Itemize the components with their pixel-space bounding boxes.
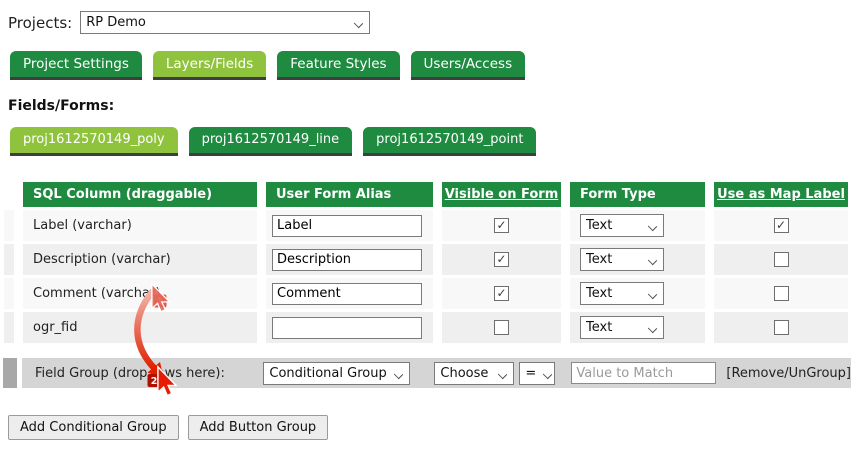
header-form-type: Form Type [570,182,705,207]
form-type-select[interactable]: Text [580,282,664,305]
fields-forms-heading: Fields/Forms: [8,98,115,114]
value-to-match-input[interactable] [571,362,717,384]
choose-field-select-wrap: Choose Field [410,361,515,385]
visible-cell [442,244,561,275]
visible-on-form-link[interactable]: Visible on Form [445,187,559,202]
visible-cell [442,210,561,241]
tab-users-access[interactable]: Users/Access [410,51,526,80]
map-label-checkbox[interactable] [773,320,789,335]
map-label-cell [714,244,848,275]
form-type-select[interactable]: Text [580,248,664,271]
visible-checkbox[interactable] [494,218,509,233]
use-as-map-label-link[interactable]: Use as Map Label [717,187,845,202]
field-group-row: Field Group (drop rows here): Conditiona… [3,358,859,388]
form-type-select[interactable]: Text [580,316,664,339]
tab-project-settings[interactable]: Project Settings [10,51,142,80]
map-label-checkbox[interactable] [773,286,789,301]
header-handle-spacer [4,182,14,207]
group-type-select-wrap: Conditional Group [263,361,411,385]
alias-cell [266,278,433,309]
form-type-cell: Text [570,244,705,275]
sql-column-name[interactable]: ogr_fid [23,312,257,343]
map-label-cell [714,278,848,309]
operator-select[interactable]: = [519,361,556,385]
sql-column-name[interactable]: Label (varchar) [23,210,257,241]
map-label-cell [714,312,848,343]
header-use-as-map-label: Use as Map Label [714,182,848,207]
visible-checkbox[interactable] [494,320,509,335]
form-type-cell: Text [570,210,705,241]
row-drag-handle[interactable] [4,312,14,343]
header-user-form-alias: User Form Alias [266,182,433,207]
header-sql-column: SQL Column (draggable) [23,182,257,207]
form-type-cell: Text [570,278,705,309]
form-type-select-wrap: Text [570,248,664,271]
sql-column-name[interactable]: Description (varchar) [23,244,257,275]
layer-tab-poly[interactable]: proj1612570149_poly [10,127,178,156]
alias-input[interactable] [272,282,422,305]
layer-tab-point[interactable]: proj1612570149_point [363,127,537,156]
group-type-select[interactable]: Conditional Group [263,361,411,385]
map-label-checkbox[interactable] [773,218,789,233]
form-type-select-wrap: Text [570,214,664,237]
add-button-group-button[interactable]: Add Button Group [187,415,329,440]
alias-input[interactable] [272,214,422,237]
visible-cell [442,278,561,309]
form-type-select-wrap: Text [570,282,664,305]
form-type-select-wrap: Text [570,316,664,339]
projects-select[interactable]: RP Demo [80,11,371,34]
projects-label: Projects: [8,13,73,32]
operator-select-wrap: = [514,361,556,385]
tab-layers-fields[interactable]: Layers/Fields [152,51,267,80]
visible-checkbox[interactable] [494,252,509,267]
row-drag-handle[interactable] [4,210,14,241]
main-tabstrip: Project Settings Layers/Fields Feature S… [10,51,859,80]
field-group-content: Field Group (drop rows here): Conditiona… [22,358,851,388]
row-drag-handle[interactable] [4,244,14,275]
field-group-drag-handle[interactable] [3,358,17,388]
sql-column-name[interactable]: Comment (varchar) [23,278,257,309]
add-conditional-group-button[interactable]: Add Conditional Group [8,415,179,440]
projects-select-wrap: RP Demo [80,11,371,34]
map-label-checkbox[interactable] [773,252,789,267]
projects-row: Projects: RP Demo [0,0,859,34]
alias-input[interactable] [272,316,422,339]
bottom-button-row: Add Conditional Group Add Button Group [8,415,859,440]
alias-cell [266,210,433,241]
layer-tabstrip: proj1612570149_poly proj1612570149_line … [10,127,859,156]
field-group-label: Field Group (drop rows here): [35,365,225,381]
header-visible-on-form: Visible on Form [442,182,561,207]
row-drag-handle[interactable] [4,278,14,309]
form-type-select[interactable]: Text [580,214,664,237]
alias-input[interactable] [272,248,422,271]
page: Projects: RP Demo Project Settings Layer… [0,0,859,453]
map-label-cell [714,210,848,241]
choose-field-select[interactable]: Choose Field [434,361,515,385]
alias-cell [266,244,433,275]
alias-cell [266,312,433,343]
layer-tab-line[interactable]: proj1612570149_line [188,127,353,156]
fields-table: SQL Column (draggable) User Form Alias V… [4,182,848,343]
form-type-cell: Text [570,312,705,343]
visible-cell [442,312,561,343]
remove-ungroup-link[interactable]: [Remove/UnGroup] [726,366,851,381]
visible-checkbox[interactable] [494,286,509,301]
tab-feature-styles[interactable]: Feature Styles [277,51,400,80]
